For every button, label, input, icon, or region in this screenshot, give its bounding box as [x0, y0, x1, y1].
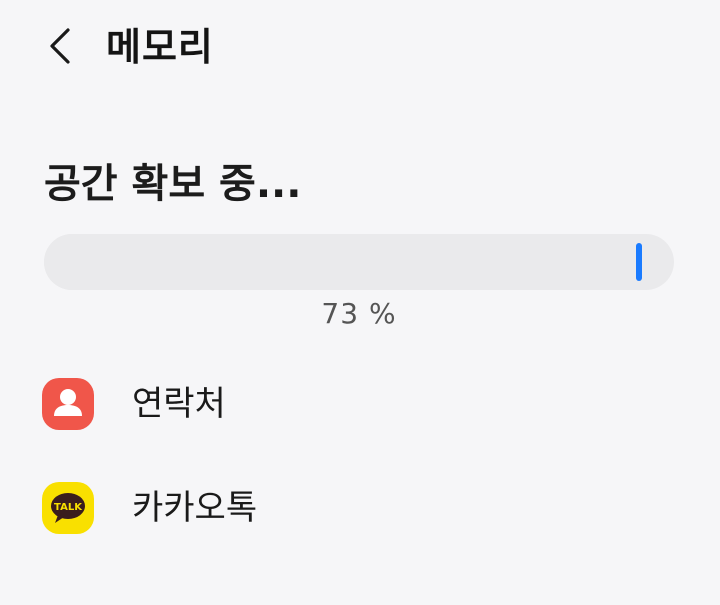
chevron-left-icon [50, 28, 70, 64]
back-button[interactable] [36, 22, 84, 70]
progress-indicator [636, 243, 642, 281]
list-item-label: 카카오톡 [132, 488, 258, 528]
svg-text:TALK: TALK [54, 502, 83, 513]
chat-bubble-icon: TALK [51, 493, 85, 523]
list-item-kakaotalk[interactable]: TALK 카카오톡 [0, 468, 720, 548]
progress-percent: 73 % [321, 297, 397, 330]
page-title: 메모리 [106, 25, 214, 69]
kakaotalk-icon: TALK [42, 482, 94, 534]
status-heading: 공간 확보 중... [44, 161, 302, 207]
person-icon [54, 389, 82, 416]
contacts-icon [42, 378, 94, 430]
list-item-label: 연락처 [132, 384, 226, 424]
progress-fill [44, 234, 636, 290]
progress-bar [44, 234, 674, 290]
app-bar: 메모리 [0, 0, 720, 96]
list-item-contacts[interactable]: 연락처 [0, 364, 720, 444]
